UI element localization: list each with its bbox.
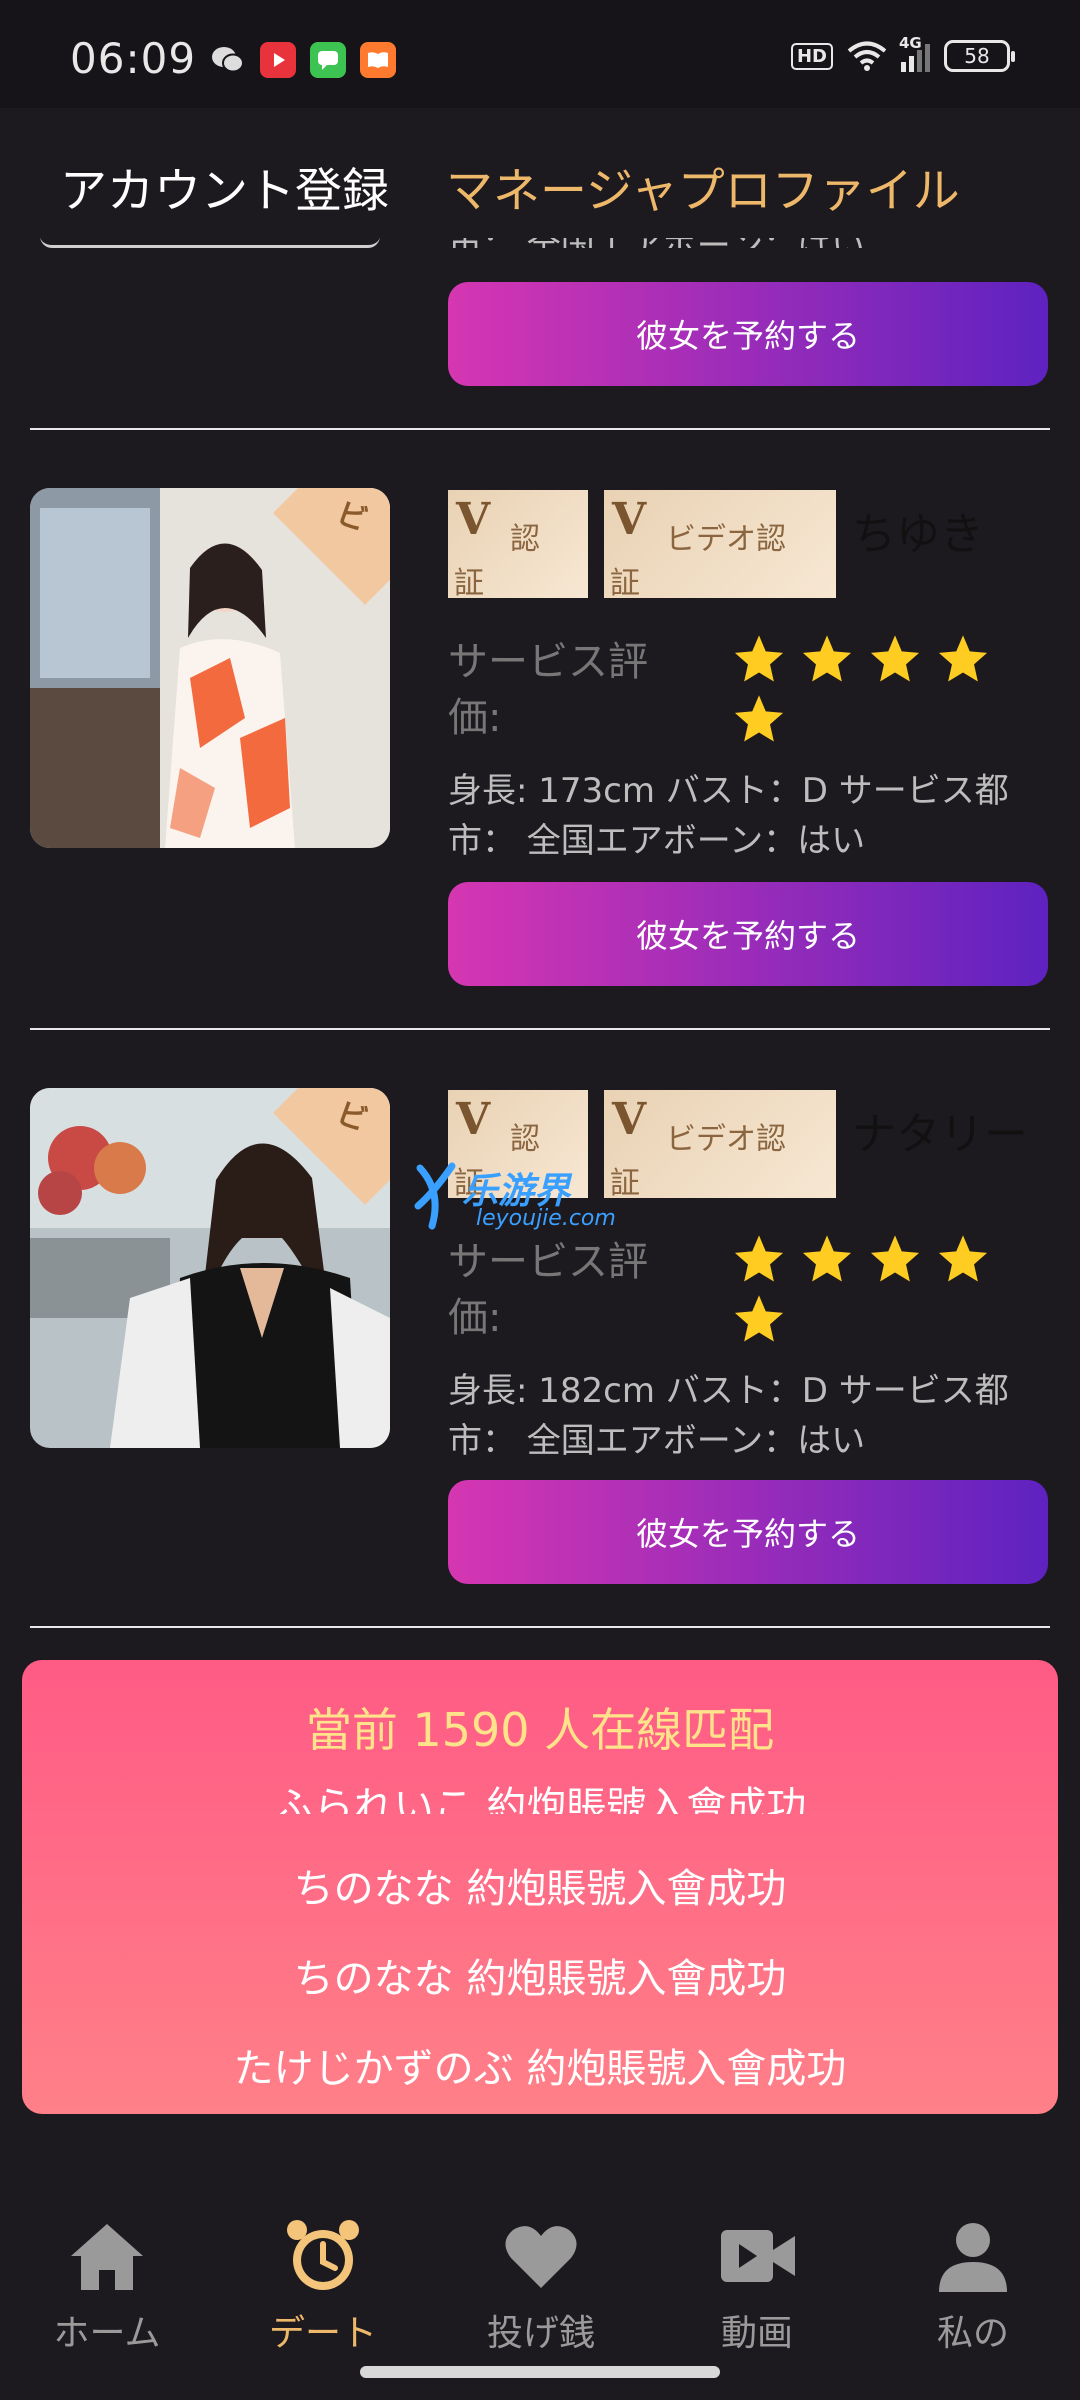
star-icon [734, 1295, 784, 1342]
star-icon [938, 1235, 988, 1282]
wechat-icon [210, 45, 246, 75]
status-notification-icons [210, 42, 396, 78]
book-button[interactable]: 彼女を予約する [448, 882, 1048, 986]
book-app-icon [360, 42, 396, 78]
status-system-icons: HD 4G 58 [790, 34, 1015, 72]
star-icon [802, 635, 852, 682]
star-icon [734, 695, 784, 742]
matching-ticker-item: ちのなな 約炮賬號入會成功 [293, 1866, 787, 1912]
rating-stars [732, 1232, 992, 1346]
star-icon [870, 1235, 920, 1282]
rating-stars [732, 632, 992, 746]
nav-video[interactable]: 動画 [672, 2216, 842, 2356]
profile-description: 身長: 182cm バスト：D サービス都市： 全国エアボーン：はい [448, 1371, 1009, 1461]
watermark-icon [414, 1162, 456, 1230]
tab-manager-profile[interactable]: マネージャプロファイル [446, 152, 960, 221]
nav-date[interactable]: デート [238, 2216, 408, 2356]
hd-badge: HD [790, 42, 833, 70]
status-bar: 06:09 HD 4G 58 [0, 0, 1080, 108]
home-icon [71, 2224, 143, 2290]
nav-home[interactable]: ホーム [22, 2216, 192, 2356]
message-app-icon [310, 42, 346, 78]
video-app-icon [260, 42, 296, 78]
book-button[interactable]: 彼女を予約する [448, 282, 1048, 386]
rating-label: サービス評価: [448, 639, 648, 741]
tab-account-registration[interactable]: アカウント登録 [60, 152, 389, 221]
star-icon [734, 1235, 784, 1282]
video-verified-badge: V ビデオ認 証 [604, 490, 836, 601]
matching-ticker-item: たけじかずのぶ 約炮賬號入會成功 [233, 2046, 847, 2092]
matching-count-title: 當前 1590 人在線匹配 [305, 1703, 775, 1757]
star-icon [734, 635, 784, 682]
matching-ticker-item: ふられいこ 約炮賬號入會成功 [273, 1784, 807, 1814]
rating-label: サービス評価: [448, 1239, 648, 1341]
nav-mine[interactable]: 私の [888, 2216, 1058, 2356]
profile-photo[interactable]: ビ [30, 1088, 390, 1448]
divider [30, 1626, 1050, 1628]
wifi-icon [847, 41, 887, 71]
book-button[interactable]: 彼女を予約する [448, 1480, 1048, 1584]
profile-description: 身長: 173cm バスト：D サービス都市： 全国エアボーン：はい [448, 771, 1009, 861]
profile-name: ちゆき [852, 509, 984, 560]
profile-photo[interactable]: ビ [30, 488, 390, 848]
profile-name: ナタリー [852, 1109, 1028, 1160]
alarm-clock-icon [287, 2220, 359, 2290]
video-verified-badge: V ビデオ認 証 [604, 1090, 836, 1201]
heart-icon [505, 2226, 577, 2288]
star-icon [870, 635, 920, 682]
battery-icon: 58 [944, 40, 1015, 72]
star-icon [938, 635, 988, 682]
nav-tip[interactable]: 投げ銭 [456, 2216, 626, 2356]
divider [30, 428, 1050, 430]
signal-icon: 4G [899, 34, 930, 72]
star-icon [802, 1235, 852, 1282]
verified-badge: V 認 証 [448, 490, 588, 601]
video-camera-icon [721, 2230, 795, 2282]
header-tabs: アカウント登録 マネージャプロファイル [0, 108, 1080, 238]
home-indicator[interactable] [360, 2366, 720, 2378]
divider [30, 1028, 1050, 1030]
status-time: 06:09 [70, 34, 197, 83]
live-matching-panel: 當前 1590 人在線匹配 ふられいこ 約炮賬號入會成功 ちのなな 約炮賬號入會… [22, 1660, 1058, 2114]
person-icon [939, 2223, 1007, 2292]
matching-ticker-item: ちのなな 約炮賬號入會成功 [293, 1956, 787, 2002]
